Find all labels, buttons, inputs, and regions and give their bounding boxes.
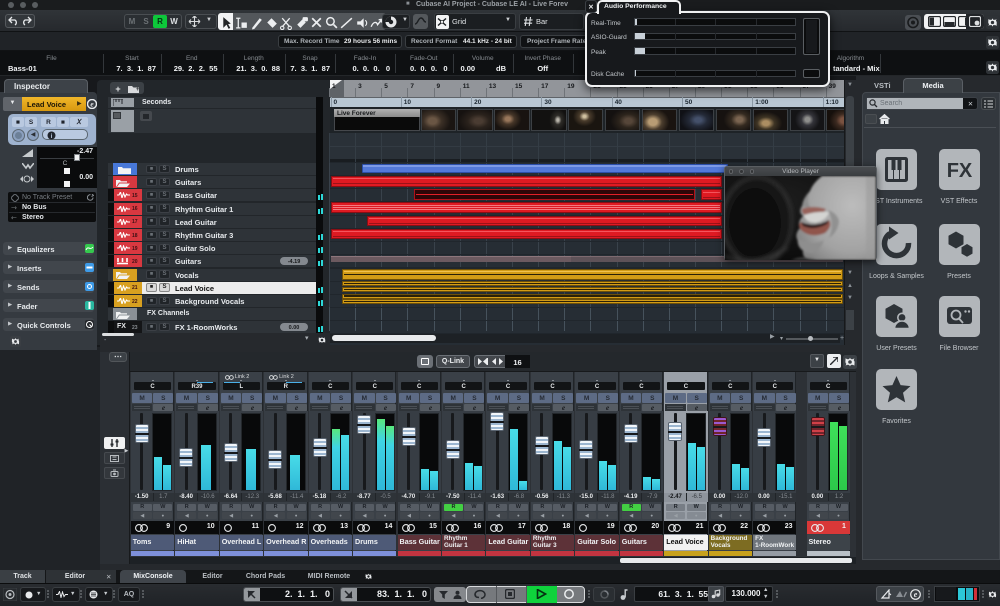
svg-text:+: +	[136, 87, 140, 93]
svg-text:e: e	[784, 404, 787, 411]
svg-text:e: e	[473, 404, 476, 411]
svg-text:e: e	[162, 404, 165, 411]
svg-text:e: e	[251, 404, 254, 411]
svg-text:e: e	[651, 404, 654, 411]
svg-text:e: e	[695, 404, 698, 411]
svg-text:e: e	[295, 404, 298, 411]
svg-text:FX: FX	[946, 160, 972, 182]
svg-text:e: e	[606, 404, 609, 411]
svg-text:e: e	[90, 100, 94, 109]
svg-text:e: e	[206, 404, 209, 411]
svg-text:e: e	[914, 590, 918, 599]
svg-text:e: e	[384, 404, 387, 411]
svg-text:e: e	[428, 404, 431, 411]
svg-text:e: e	[837, 404, 840, 411]
svg-text:e: e	[517, 404, 520, 411]
svg-text:e: e	[740, 404, 743, 411]
svg-text:i: i	[51, 133, 53, 140]
svg-text:e: e	[340, 404, 343, 411]
svg-text:e: e	[562, 404, 565, 411]
